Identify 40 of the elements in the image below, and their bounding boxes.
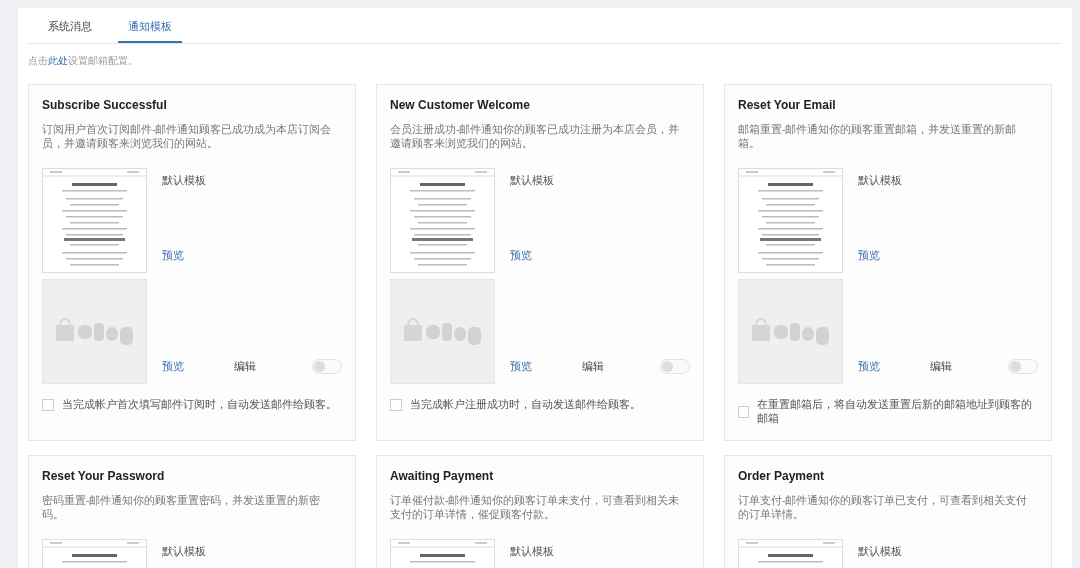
tab[interactable]: 通知模板 xyxy=(118,8,182,43)
edit-label: 编辑 xyxy=(234,359,256,374)
tab[interactable]: 系统消息 xyxy=(38,8,102,43)
template-description: 订单催付款-邮件通知你的顾客订单未支付，可查看到相关未支付的订单详情，催促顾客付款。 xyxy=(390,493,681,521)
toggle-switch[interactable] xyxy=(660,359,690,374)
template-description: 邮箱重置-邮件通知你的顾客重置邮箱，并发送重置的新邮箱。 xyxy=(738,122,1018,150)
auto-send-label: 在重置邮箱后，将自动发送重置后新的邮箱地址到顾客的邮箱 xyxy=(757,398,1034,426)
toggle-switch[interactable] xyxy=(312,359,342,374)
checkbox[interactable] xyxy=(390,399,402,411)
template-description: 订阅用户首次订阅邮件-邮件通知顾客已成功成为本店订阅会员，并邀请顾客来浏览我们的网站。 xyxy=(42,122,333,150)
checkbox[interactable] xyxy=(738,406,750,418)
template-description: 订单支付-邮件通知你的顾客订单已支付，可查看到相关支付的订单详情。 xyxy=(738,493,1029,521)
template-label: 默认模板 xyxy=(510,545,555,559)
preview-link[interactable]: 预览 xyxy=(510,359,532,374)
template-label: 默认模板 xyxy=(510,174,555,188)
template-title: Order Payment xyxy=(738,469,826,483)
preview-link[interactable]: 预览 xyxy=(162,359,184,374)
auto-send-label: 当完成帐户注册成功时，自动发送邮件给顾客。 xyxy=(410,398,641,412)
template-description: 会员注册成功-邮件通知你的顾客已成功注册为本店会员，并邀请顾客来浏览我们的网站。 xyxy=(390,122,681,150)
template-title: Subscribe Successful xyxy=(42,98,168,112)
template-title: Awaiting Payment xyxy=(390,469,495,483)
checkbox[interactable] xyxy=(42,399,54,411)
auto-send-label: 当完成帐户首次填写邮件订阅时，自动发送邮件给顾客。 xyxy=(62,398,337,412)
preview-link[interactable]: 预览 xyxy=(858,359,880,374)
template-description: 密码重置-邮件通知你的顾客重置密码，并发送重置的新密码。 xyxy=(42,493,322,521)
toggle-switch[interactable] xyxy=(1008,359,1038,374)
template-label: 默认模板 xyxy=(858,174,903,188)
template-title: New Customer Welcome xyxy=(390,98,531,112)
settings-link[interactable]: 此处 xyxy=(48,55,68,66)
edit-label: 编辑 xyxy=(582,359,604,374)
preview-link[interactable]: 预览 xyxy=(510,249,690,263)
template-title: Reset Your Password xyxy=(42,469,166,483)
preview-link[interactable]: 预览 xyxy=(858,249,1038,263)
template-label: 默认模板 xyxy=(162,174,207,188)
template-label: 默认模板 xyxy=(162,545,207,559)
preview-link[interactable]: 预览 xyxy=(162,249,342,263)
template-label: 默认模板 xyxy=(858,545,903,559)
template-title: Reset Your Email xyxy=(738,98,837,112)
edit-label: 编辑 xyxy=(930,359,952,374)
settings-hint: 点击此处设置邮箱配置。 xyxy=(28,54,139,68)
